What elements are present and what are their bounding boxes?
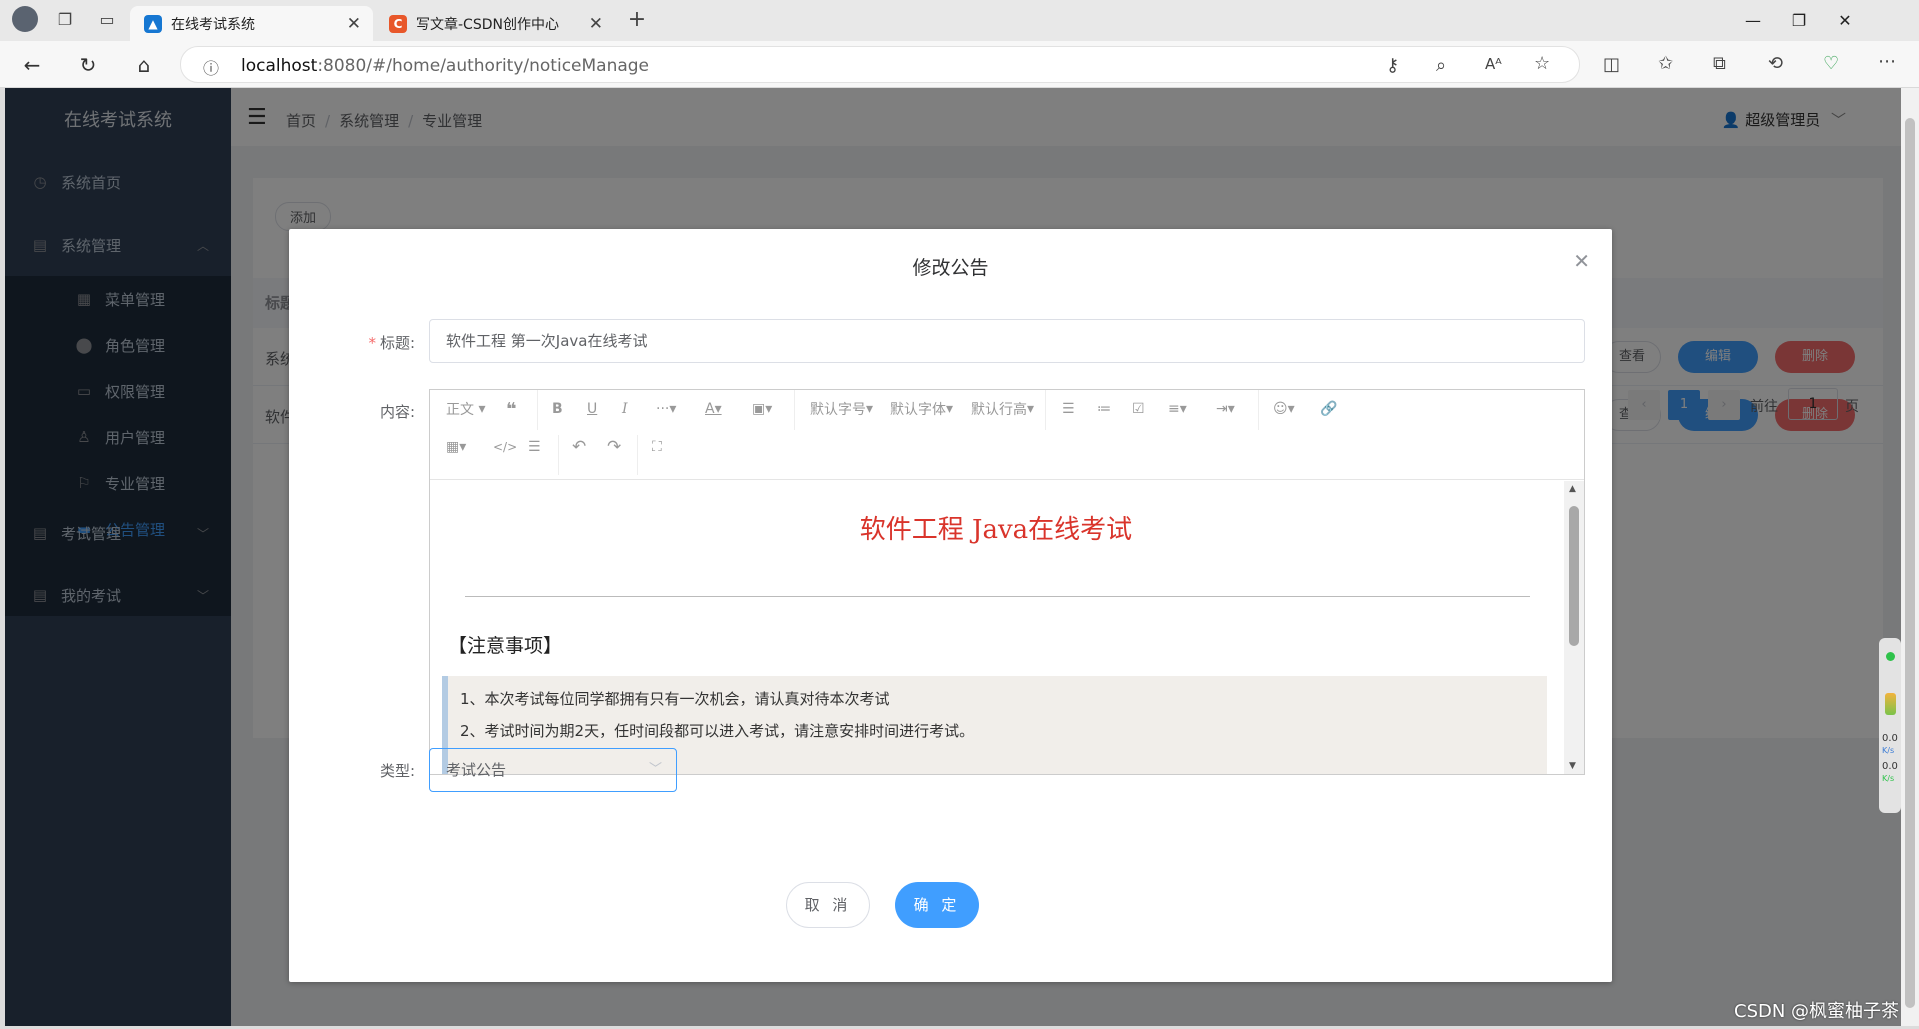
- tab-label: 写文章-CSDN创作中心: [416, 16, 559, 33]
- cancel-button[interactable]: 取 消: [786, 882, 870, 928]
- editor-scroll-thumb[interactable]: [1569, 506, 1579, 646]
- key-icon[interactable]: ⚷: [1386, 55, 1399, 76]
- edit-notice-dialog: 修改公告 ✕ * 标题: 软件工程 第一次Java在线考试 内容: 正文 ▾ ❝ …: [289, 229, 1612, 982]
- line-height-label: 默认行高: [971, 402, 1027, 418]
- dialog-title: 修改公告: [912, 257, 989, 279]
- app-favicon-icon: ▲: [144, 14, 162, 33]
- url-field[interactable]: ⓘ localhost:8080/#/home/authority/notice…: [180, 46, 1580, 83]
- font-size-dropdown[interactable]: 默认字号 ▾: [810, 394, 873, 424]
- csdn-favicon-icon: C: [389, 14, 407, 33]
- indent-icon[interactable]: ⇥▾: [1216, 394, 1235, 424]
- numbered-list-icon[interactable]: ≔: [1097, 394, 1111, 424]
- redo-icon[interactable]: ↷: [607, 432, 621, 462]
- font-size-label: 默认字号: [810, 402, 866, 418]
- bg-color-icon[interactable]: ▣▾: [752, 394, 772, 424]
- performance-icon[interactable]: ♡: [1823, 53, 1839, 74]
- restore-icon[interactable]: ❐: [1776, 6, 1822, 34]
- read-aloud-icon[interactable]: Aᴬ: [1485, 55, 1502, 73]
- italic-icon[interactable]: I: [622, 394, 628, 424]
- status-dot-icon: [1886, 652, 1895, 661]
- scroll-up-icon[interactable]: ▲: [1569, 484, 1576, 494]
- undo-icon[interactable]: ↶: [572, 432, 586, 462]
- collections-icon[interactable]: ⧉: [1713, 53, 1726, 74]
- title-label-text: 标题:: [379, 334, 415, 352]
- heading-dropdown-label: 正文: [446, 402, 474, 418]
- link-icon[interactable]: 🔗: [1320, 394, 1337, 424]
- fullscreen-icon[interactable]: ⛶: [652, 432, 662, 462]
- font-family-dropdown[interactable]: 默认字体 ▾: [890, 394, 953, 424]
- rich-text-editor: 正文 ▾ ❝ B U I ···▾ A▾ ▣▾ 默认字号 ▾ 默认字体 ▾ 默认行高…: [429, 389, 1585, 775]
- site-info-icon[interactable]: ⓘ: [203, 55, 219, 79]
- editor-toolbar: 正文 ▾ ❝ B U I ···▾ A▾ ▣▾ 默认字号 ▾ 默认字体 ▾ 默认行高…: [430, 390, 1584, 480]
- csdn-watermark: CSDN @枫蜜柚子茶: [1734, 1001, 1900, 1022]
- type-select-value: 考试公告: [446, 761, 507, 779]
- close-tab-icon[interactable]: ✕: [347, 14, 361, 34]
- notice-line: 1、本次考试每位同学都拥有只有一次机会，请认真对待本次考试: [460, 690, 890, 708]
- network-monitor: 0.0 K/s 0.0 K/s: [1879, 638, 1901, 813]
- gauge-icon: [1885, 693, 1896, 715]
- heading-dropdown[interactable]: 正文 ▾: [446, 394, 485, 424]
- address-bar: ← ↻ ⌂ ⓘ localhost:8080/#/home/authority/…: [0, 41, 1919, 88]
- scrollbar-thumb[interactable]: [1905, 118, 1915, 1008]
- bold-icon[interactable]: B: [552, 394, 563, 424]
- minimize-icon[interactable]: —: [1730, 6, 1776, 34]
- editor-content[interactable]: 软件工程 Java在线考试 【注意事项】 1、本次考试每位同学都拥有只有一次机会…: [430, 481, 1584, 774]
- title-input[interactable]: 软件工程 第一次Java在线考试: [429, 319, 1585, 363]
- font-family-label: 默认字体: [890, 402, 946, 418]
- close-window-icon[interactable]: ✕: [1822, 6, 1868, 34]
- close-icon[interactable]: ✕: [1573, 249, 1590, 273]
- upload-unit: K/s: [1882, 746, 1895, 755]
- todo-icon[interactable]: ☑: [1132, 394, 1145, 424]
- type-select[interactable]: 考试公告 ﹀: [429, 748, 677, 792]
- upload-speed: 0.0: [1882, 733, 1898, 744]
- download-speed: 0.0: [1882, 761, 1898, 772]
- favorite-star-icon[interactable]: ☆: [1534, 53, 1550, 74]
- scroll-down-icon[interactable]: ▼: [1569, 761, 1576, 771]
- back-icon[interactable]: ←: [16, 49, 48, 81]
- confirm-button[interactable]: 确 定: [895, 882, 979, 928]
- favorites-icon[interactable]: ✩: [1658, 53, 1673, 74]
- split-screen-icon[interactable]: ◫: [1603, 54, 1620, 75]
- refresh-icon[interactable]: ↻: [72, 49, 104, 81]
- notice-title: 【注意事项】: [448, 635, 563, 657]
- url-path: :8080/#/home/authority/noticeManage: [317, 56, 650, 76]
- content-heading: 软件工程 Java在线考试: [859, 515, 1133, 545]
- content-label: 内容:: [379, 403, 415, 421]
- new-tab-icon[interactable]: +: [624, 6, 650, 32]
- tab-exam-system[interactable]: ▲ 在线考试系统 ✕: [130, 6, 373, 41]
- underline-icon[interactable]: U: [587, 394, 597, 424]
- content-divider: [465, 596, 1530, 597]
- align-icon[interactable]: ≡▾: [1168, 394, 1187, 424]
- type-label: 类型:: [379, 762, 415, 780]
- emoji-icon[interactable]: ☺▾: [1273, 394, 1295, 424]
- divider-icon[interactable]: ☰: [528, 432, 541, 462]
- profile-avatar[interactable]: [12, 6, 38, 32]
- notice-line: 2、考试时间为期2天，任时间段都可以进入考试，请注意安排时间进行考试。: [460, 722, 975, 740]
- title-label: * 标题:: [368, 334, 415, 352]
- zoom-icon[interactable]: ⌕: [1436, 55, 1446, 76]
- home-icon[interactable]: ⌂: [128, 49, 160, 81]
- more-style-icon[interactable]: ···▾: [656, 394, 676, 424]
- browser-tabbar: ❐ ▭ ▲ 在线考试系统 ✕ C 写文章-CSDN创作中心 ✕ + — ❐ ✕: [0, 0, 1919, 41]
- editor-scrollbar[interactable]: ▲ ▼: [1564, 481, 1584, 774]
- table-icon[interactable]: ▦▾: [446, 432, 466, 462]
- chevron-down-icon: ﹀: [648, 762, 662, 777]
- download-unit: K/s: [1882, 774, 1895, 783]
- url-host: localhost: [241, 56, 318, 76]
- close-tab-icon[interactable]: ✕: [589, 14, 603, 34]
- page-scrollbar[interactable]: [1901, 88, 1919, 1026]
- history-icon[interactable]: ⟲: [1768, 53, 1783, 74]
- line-height-dropdown[interactable]: 默认行高 ▾: [971, 394, 1034, 424]
- font-color-icon[interactable]: A▾: [705, 394, 722, 424]
- tab-label: 在线考试系统: [171, 16, 255, 33]
- quote-icon[interactable]: ❝: [506, 394, 517, 424]
- tab-csdn[interactable]: C 写文章-CSDN创作中心 ✕: [375, 6, 615, 41]
- more-icon[interactable]: ⋯: [1878, 51, 1896, 72]
- workspaces-icon[interactable]: ❐: [52, 6, 78, 32]
- bullet-list-icon[interactable]: ☰: [1062, 394, 1075, 424]
- tab-actions-icon[interactable]: ▭: [94, 6, 120, 32]
- code-icon[interactable]: </>: [493, 432, 517, 462]
